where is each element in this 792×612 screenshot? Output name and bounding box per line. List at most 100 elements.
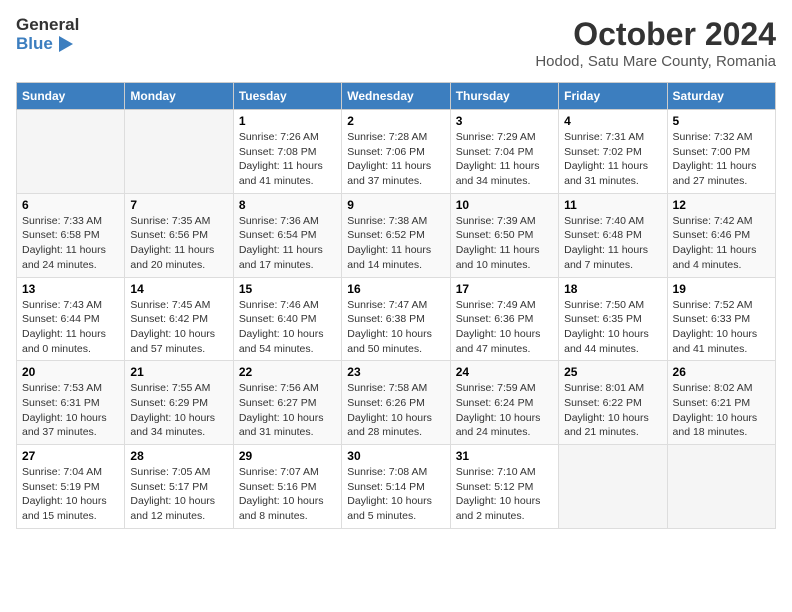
- day-info: Sunrise: 7:58 AM Sunset: 6:26 PM Dayligh…: [347, 381, 444, 440]
- day-number: 29: [239, 449, 336, 463]
- calendar-cell: 30Sunrise: 7:08 AM Sunset: 5:14 PM Dayli…: [342, 445, 450, 529]
- day-number: 23: [347, 365, 444, 379]
- day-number: 12: [673, 198, 770, 212]
- day-info: Sunrise: 7:33 AM Sunset: 6:58 PM Dayligh…: [22, 214, 119, 273]
- location-title: Hodod, Satu Mare County, Romania: [535, 53, 776, 70]
- day-number: 10: [456, 198, 553, 212]
- col-header-monday: Monday: [125, 83, 233, 110]
- day-info: Sunrise: 8:02 AM Sunset: 6:21 PM Dayligh…: [673, 381, 770, 440]
- day-number: 11: [564, 198, 661, 212]
- day-info: Sunrise: 7:49 AM Sunset: 6:36 PM Dayligh…: [456, 298, 553, 357]
- day-number: 6: [22, 198, 119, 212]
- day-info: Sunrise: 8:01 AM Sunset: 6:22 PM Dayligh…: [564, 381, 661, 440]
- logo-blue: Blue: [16, 35, 79, 54]
- calendar-cell: 25 Sunrise: 8:01 AM Sunset: 6:22 PM Dayli…: [559, 361, 667, 445]
- calendar-cell: 5 Sunrise: 7:32 AM Sunset: 7:00 PM Daylig…: [667, 110, 775, 194]
- day-info: Sunrise: 7:42 AM Sunset: 6:46 PM Dayligh…: [673, 214, 770, 273]
- calendar-cell: 10 Sunrise: 7:39 AM Sunset: 6:50 PM Dayli…: [450, 193, 558, 277]
- calendar-cell: 28 Sunrise: 7:05 AM Sunset: 5:17 PM Dayli…: [125, 445, 233, 529]
- day-number: 31: [456, 449, 553, 463]
- calendar-cell: 24Sunrise: 7:59 AM Sunset: 6:24 PM Dayli…: [450, 361, 558, 445]
- day-number: 25: [564, 365, 661, 379]
- day-number: 8: [239, 198, 336, 212]
- col-header-wednesday: Wednesday: [342, 83, 450, 110]
- day-info: Sunrise: 7:28 AM Sunset: 7:06 PM Dayligh…: [347, 130, 444, 189]
- day-info: Sunrise: 7:53 AM Sunset: 6:31 PM Dayligh…: [22, 381, 119, 440]
- day-info: Sunrise: 7:36 AM Sunset: 6:54 PM Dayligh…: [239, 214, 336, 273]
- calendar-cell: 12 Sunrise: 7:42 AM Sunset: 6:46 PM Dayli…: [667, 193, 775, 277]
- calendar-cell: 17 Sunrise: 7:49 AM Sunset: 6:36 PM Dayli…: [450, 277, 558, 361]
- title-section: October 2024 Hodod, Satu Mare County, Ro…: [535, 16, 776, 70]
- calendar-cell: 15 Sunrise: 7:46 AM Sunset: 6:40 PM Dayli…: [233, 277, 341, 361]
- day-number: 7: [130, 198, 227, 212]
- day-info: Sunrise: 7:52 AM Sunset: 6:33 PM Dayligh…: [673, 298, 770, 357]
- logo-general: General: [16, 16, 79, 35]
- day-number: 5: [673, 114, 770, 128]
- logo: General Blue: [16, 16, 79, 53]
- day-info: Sunrise: 7:07 AM Sunset: 5:16 PM Dayligh…: [239, 465, 336, 524]
- day-number: 2: [347, 114, 444, 128]
- day-number: 13: [22, 282, 119, 296]
- day-number: 15: [239, 282, 336, 296]
- day-info: Sunrise: 7:39 AM Sunset: 6:50 PM Dayligh…: [456, 214, 553, 273]
- calendar-cell: 29 Sunrise: 7:07 AM Sunset: 5:16 PM Dayli…: [233, 445, 341, 529]
- day-info: Sunrise: 7:40 AM Sunset: 6:48 PM Dayligh…: [564, 214, 661, 273]
- calendar-table: SundayMondayTuesdayWednesdayThursdayFrid…: [16, 82, 776, 529]
- calendar-cell: 27Sunrise: 7:04 AM Sunset: 5:19 PM Dayli…: [17, 445, 125, 529]
- page-header: General Blue October 2024 Hodod, Satu Ma…: [16, 16, 776, 70]
- calendar-cell: 3Sunrise: 7:29 AM Sunset: 7:04 PM Daylig…: [450, 110, 558, 194]
- calendar-cell: 18Sunrise: 7:50 AM Sunset: 6:35 PM Dayli…: [559, 277, 667, 361]
- calendar-cell: 4 Sunrise: 7:31 AM Sunset: 7:02 PM Daylig…: [559, 110, 667, 194]
- day-number: 17: [456, 282, 553, 296]
- day-info: Sunrise: 7:31 AM Sunset: 7:02 PM Dayligh…: [564, 130, 661, 189]
- calendar-cell: 22 Sunrise: 7:56 AM Sunset: 6:27 PM Dayli…: [233, 361, 341, 445]
- day-info: Sunrise: 7:04 AM Sunset: 5:19 PM Dayligh…: [22, 465, 119, 524]
- day-number: 26: [673, 365, 770, 379]
- col-header-sunday: Sunday: [17, 83, 125, 110]
- day-info: Sunrise: 7:32 AM Sunset: 7:00 PM Dayligh…: [673, 130, 770, 189]
- calendar-cell: 2 Sunrise: 7:28 AM Sunset: 7:06 PM Daylig…: [342, 110, 450, 194]
- day-number: 4: [564, 114, 661, 128]
- day-number: 16: [347, 282, 444, 296]
- day-number: 14: [130, 282, 227, 296]
- calendar-cell: 6 Sunrise: 7:33 AM Sunset: 6:58 PM Daylig…: [17, 193, 125, 277]
- calendar-cell: 21Sunrise: 7:55 AM Sunset: 6:29 PM Dayli…: [125, 361, 233, 445]
- day-number: 1: [239, 114, 336, 128]
- logo-text: General Blue: [16, 16, 79, 53]
- col-header-tuesday: Tuesday: [233, 83, 341, 110]
- calendar-cell: 13Sunrise: 7:43 AM Sunset: 6:44 PM Dayli…: [17, 277, 125, 361]
- day-number: 24: [456, 365, 553, 379]
- col-header-saturday: Saturday: [667, 83, 775, 110]
- day-number: 19: [673, 282, 770, 296]
- calendar-cell: 11 Sunrise: 7:40 AM Sunset: 6:48 PM Dayli…: [559, 193, 667, 277]
- day-number: 3: [456, 114, 553, 128]
- day-info: Sunrise: 7:38 AM Sunset: 6:52 PM Dayligh…: [347, 214, 444, 273]
- calendar-cell: 1 Sunrise: 7:26 AM Sunset: 7:08 PM Daylig…: [233, 110, 341, 194]
- day-info: Sunrise: 7:56 AM Sunset: 6:27 PM Dayligh…: [239, 381, 336, 440]
- day-info: Sunrise: 7:10 AM Sunset: 5:12 PM Dayligh…: [456, 465, 553, 524]
- calendar-cell: 20 Sunrise: 7:53 AM Sunset: 6:31 PM Dayli…: [17, 361, 125, 445]
- day-info: Sunrise: 7:26 AM Sunset: 7:08 PM Dayligh…: [239, 130, 336, 189]
- calendar-cell: 14 Sunrise: 7:45 AM Sunset: 6:42 PM Dayli…: [125, 277, 233, 361]
- day-info: Sunrise: 7:46 AM Sunset: 6:40 PM Dayligh…: [239, 298, 336, 357]
- col-header-thursday: Thursday: [450, 83, 558, 110]
- calendar-cell: 8 Sunrise: 7:36 AM Sunset: 6:54 PM Daylig…: [233, 193, 341, 277]
- col-header-friday: Friday: [559, 83, 667, 110]
- day-number: 9: [347, 198, 444, 212]
- day-info: Sunrise: 7:05 AM Sunset: 5:17 PM Dayligh…: [130, 465, 227, 524]
- calendar-cell: 9 Sunrise: 7:38 AM Sunset: 6:52 PM Daylig…: [342, 193, 450, 277]
- logo-arrow-icon: [59, 36, 73, 52]
- day-number: 22: [239, 365, 336, 379]
- day-info: Sunrise: 7:47 AM Sunset: 6:38 PM Dayligh…: [347, 298, 444, 357]
- month-title: October 2024: [535, 16, 776, 53]
- day-info: Sunrise: 7:50 AM Sunset: 6:35 PM Dayligh…: [564, 298, 661, 357]
- day-number: 20: [22, 365, 119, 379]
- day-info: Sunrise: 7:45 AM Sunset: 6:42 PM Dayligh…: [130, 298, 227, 357]
- day-info: Sunrise: 7:55 AM Sunset: 6:29 PM Dayligh…: [130, 381, 227, 440]
- day-info: Sunrise: 7:35 AM Sunset: 6:56 PM Dayligh…: [130, 214, 227, 273]
- day-number: 28: [130, 449, 227, 463]
- calendar-cell: 31 Sunrise: 7:10 AM Sunset: 5:12 PM Dayli…: [450, 445, 558, 529]
- calendar-cell: 26 Sunrise: 8:02 AM Sunset: 6:21 PM Dayli…: [667, 361, 775, 445]
- calendar-cell: [667, 445, 775, 529]
- day-info: Sunrise: 7:08 AM Sunset: 5:14 PM Dayligh…: [347, 465, 444, 524]
